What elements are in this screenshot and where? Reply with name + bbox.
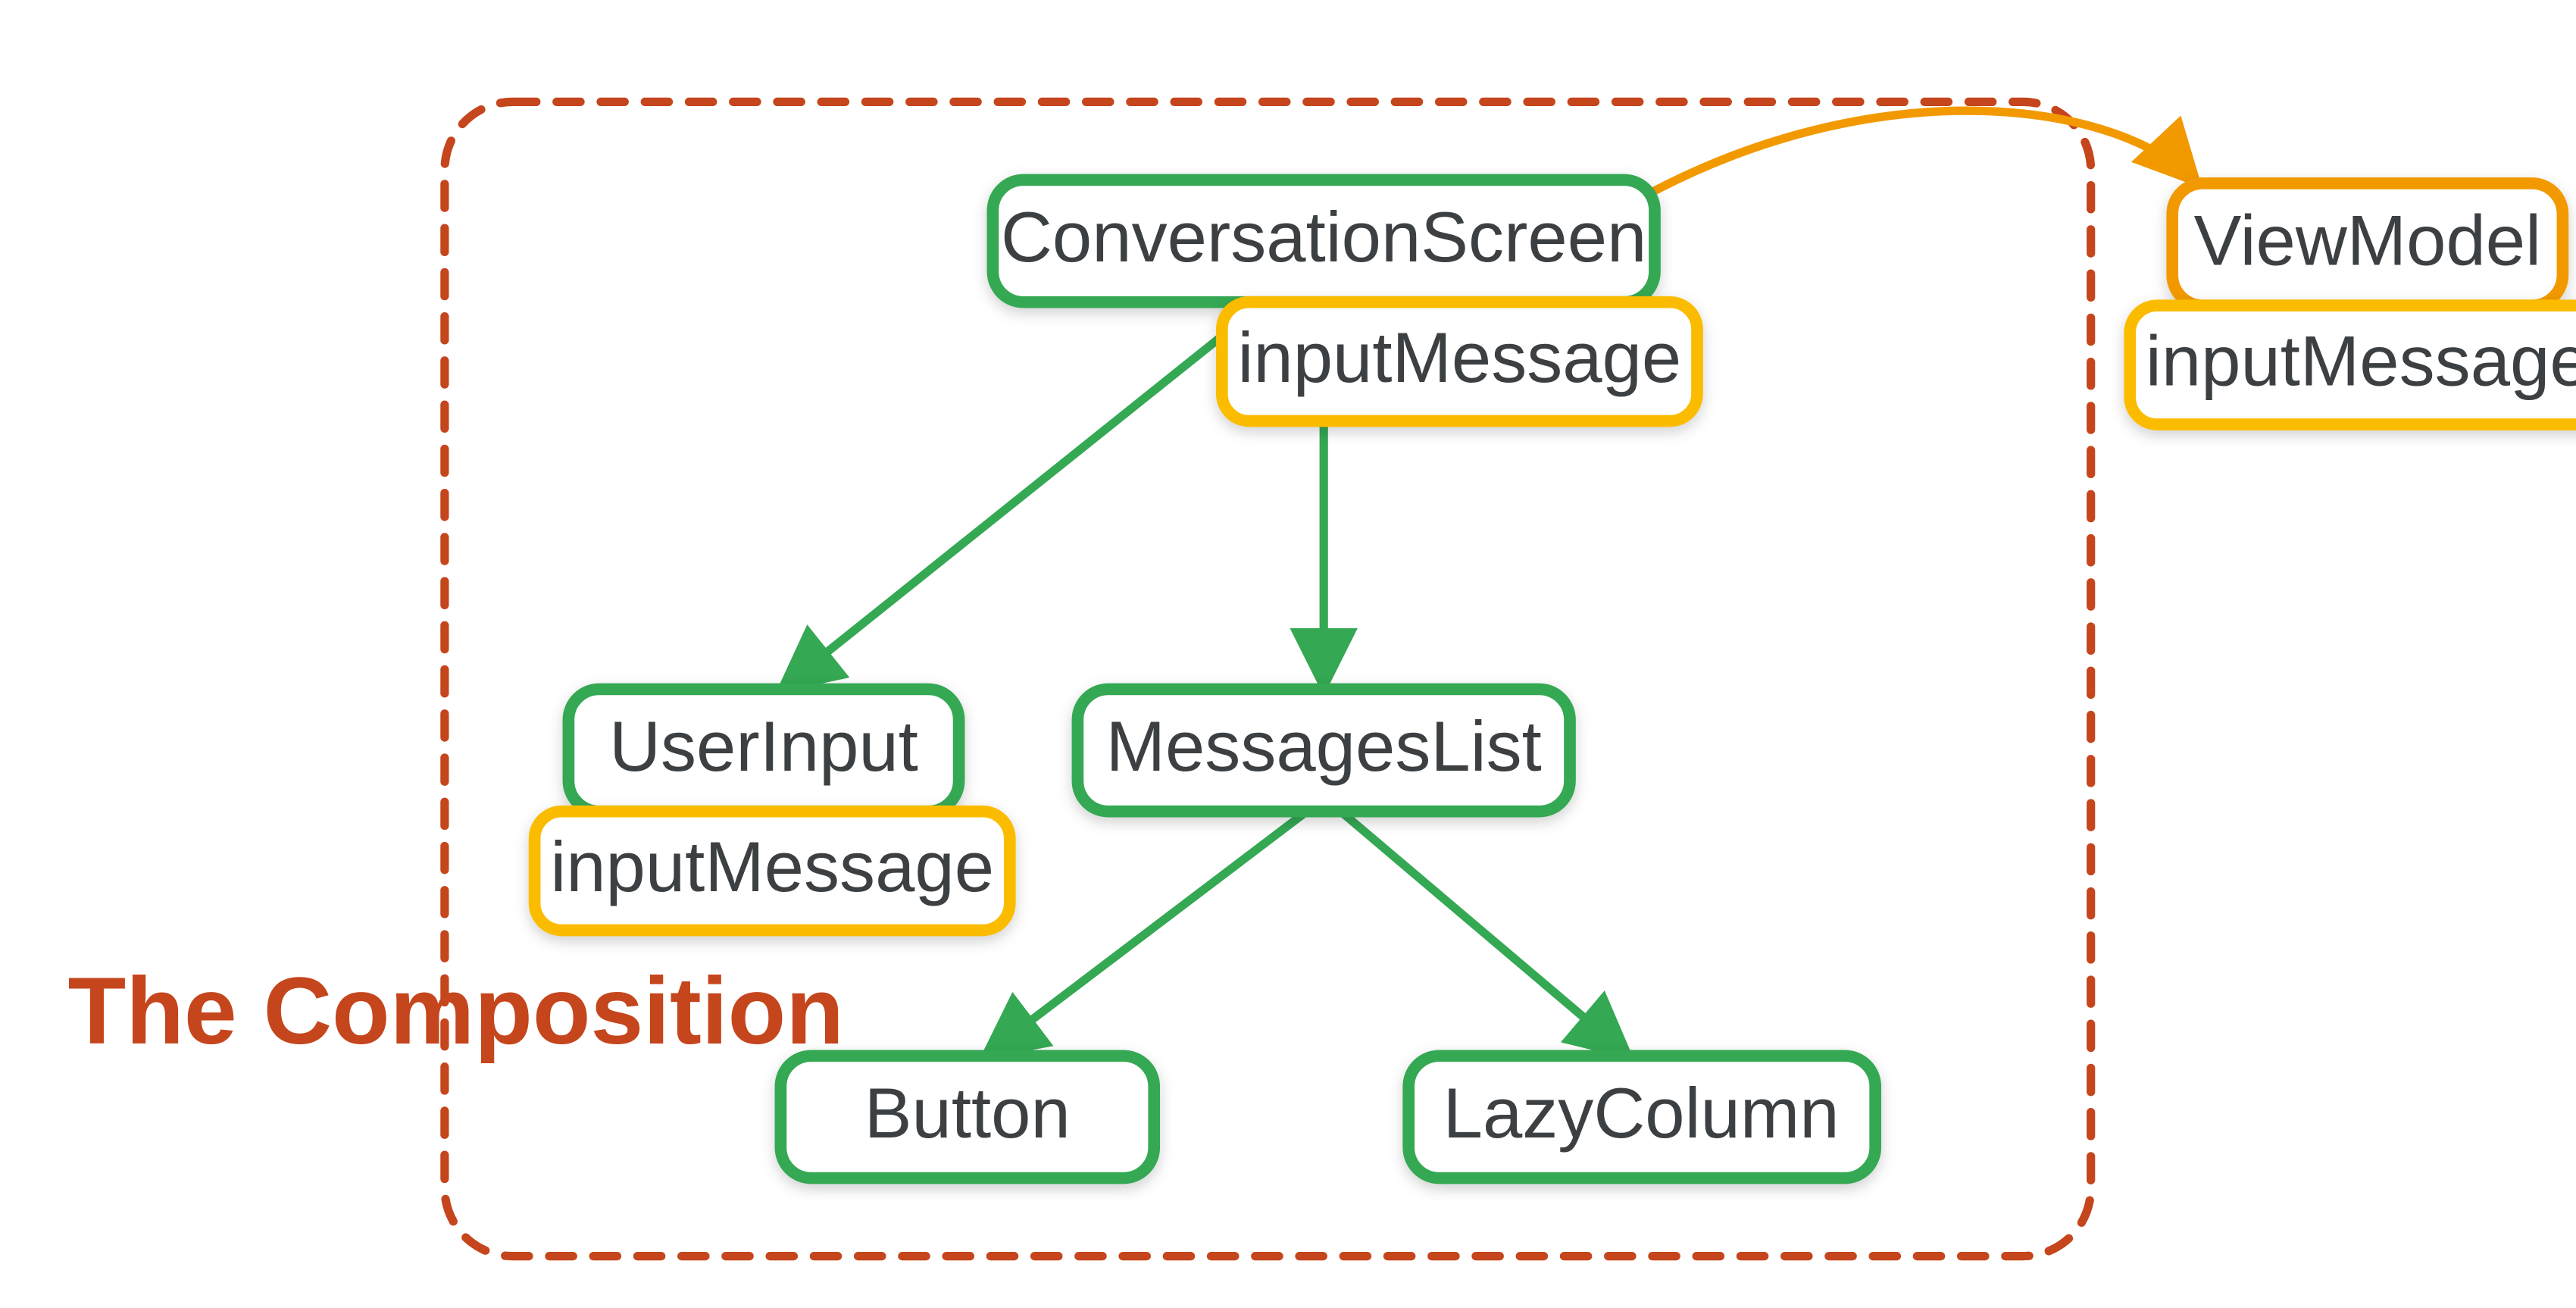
node-viewmodel-label: ViewModel — [2194, 201, 2541, 280]
state-viewmodel-inputmessage-label: inputMessage — [2146, 321, 2576, 401]
edge-messageslist-button — [984, 812, 1307, 1056]
node-conversationscreen: ConversationScreen — [993, 180, 1655, 302]
node-lazycolumn-label: LazyColumn — [1443, 1073, 1840, 1153]
node-conversationscreen-label: ConversationScreen — [1001, 197, 1646, 277]
node-messageslist-label: MessagesList — [1106, 706, 1542, 786]
node-button-label: Button — [864, 1073, 1071, 1153]
node-userinput: UserInput — [568, 689, 958, 811]
state-conversationscreen-inputmessage-label: inputMessage — [1238, 318, 1682, 397]
state-userinput-inputmessage: inputMessage — [535, 812, 1010, 931]
diagram-canvas: The Composition ConversationScreen input… — [0, 0, 2576, 1308]
state-userinput-inputmessage-label: inputMessage — [550, 827, 994, 906]
node-button: Button — [780, 1056, 1154, 1178]
edge-conversationscreen-userinput — [780, 302, 1264, 690]
node-userinput-label: UserInput — [609, 706, 918, 786]
composition-title: The Composition — [68, 957, 844, 1064]
node-lazycolumn: LazyColumn — [1408, 1056, 1875, 1178]
node-messageslist: MessagesList — [1077, 689, 1570, 811]
edge-conversationscreen-viewmodel — [1646, 111, 2198, 195]
edge-messageslist-lazycolumn — [1341, 812, 1630, 1056]
state-viewmodel-inputmessage: inputMessage — [2130, 305, 2576, 424]
state-conversationscreen-inputmessage: inputMessage — [1222, 302, 1697, 421]
node-viewmodel: ViewModel — [2172, 183, 2562, 305]
